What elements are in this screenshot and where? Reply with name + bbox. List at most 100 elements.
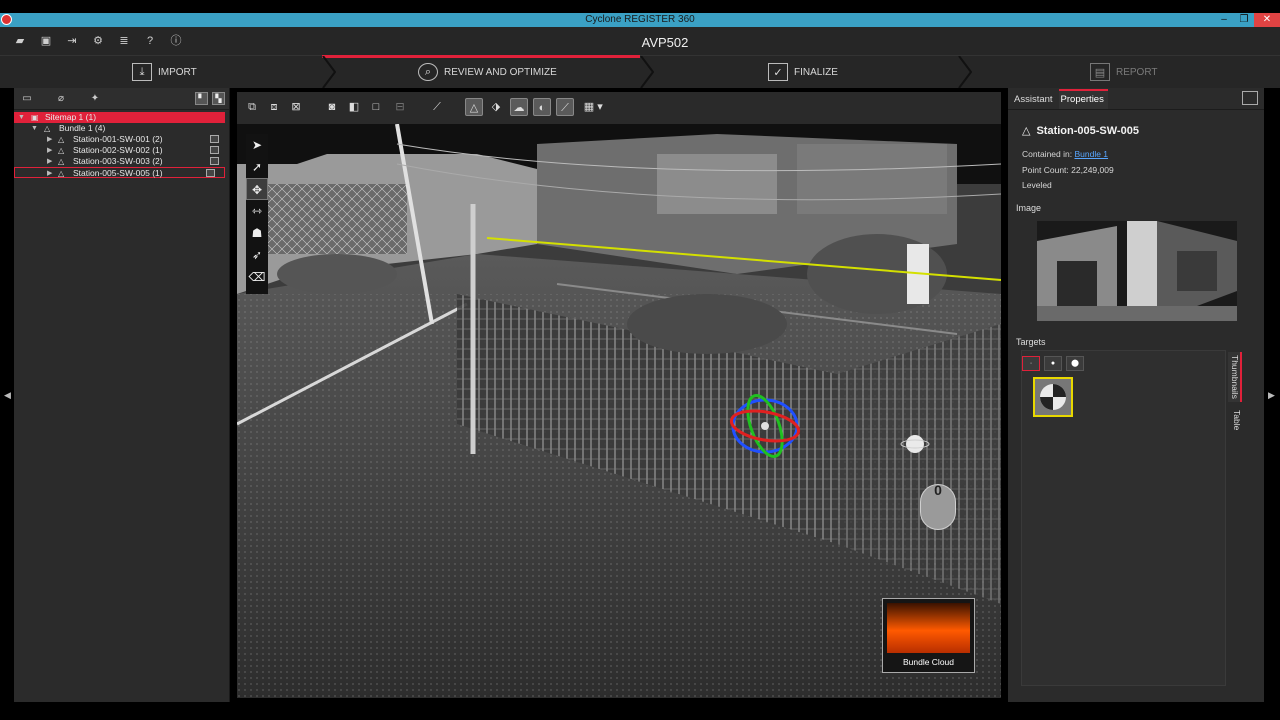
close-button[interactable]: ✕	[1254, 13, 1280, 27]
tab-table[interactable]: Table	[1228, 406, 1242, 434]
tree-item-sitemap[interactable]: ▼ ▣ Sitemap 1 (1)	[14, 112, 225, 123]
tree-item-station[interactable]: ▶ △ Station-003-SW-003 (2)	[14, 156, 229, 167]
select-cursor-icon[interactable]: ➤	[246, 134, 268, 156]
dropdown-arrow-icon[interactable]: ▾	[595, 98, 605, 116]
folder-icon[interactable]: ▣	[40, 35, 52, 47]
image-section-label: Image	[1016, 203, 1042, 213]
mouse-hint-icon: 0	[920, 482, 956, 530]
contained-in-row: Contained in: Bundle 1	[1022, 149, 1108, 159]
station-image-icon[interactable]	[210, 146, 219, 154]
info-icon[interactable]: ⓘ	[170, 35, 182, 47]
tree-item-station[interactable]: ▶ △ Station-001-SW-001 (2)	[14, 134, 229, 145]
tree-item-bundle[interactable]: ▼ △ Bundle 1 (4)	[14, 123, 229, 134]
maximize-button[interactable]: ❐	[1234, 13, 1254, 27]
station-icon: △	[58, 157, 65, 166]
step-report[interactable]: ▤ REPORT	[1090, 56, 1158, 88]
step-finalize[interactable]: ✓ FINALIZE	[768, 56, 838, 88]
project-name: AVP502	[641, 35, 689, 50]
station-image-icon[interactable]	[206, 169, 215, 177]
folder-open-icon[interactable]: ▰	[14, 35, 26, 47]
bundle-cloud-thumbnail[interactable]: Bundle Cloud	[882, 598, 975, 673]
expand-arrow-icon[interactable]: ▶	[47, 156, 52, 167]
station-warning-icon: △	[1022, 125, 1031, 137]
collapse-arrow-icon[interactable]: ▼	[18, 112, 25, 123]
step-import[interactable]: ⤓ IMPORT	[132, 56, 197, 88]
pan-icon[interactable]: ⇿	[246, 200, 268, 222]
camera-icon[interactable]: ◙	[323, 98, 341, 116]
finalize-icon: ✓	[768, 63, 788, 81]
tree: ▼ ▣ Sitemap 1 (1) ▼ △ Bundle 1 (4) ▶ △ S…	[14, 110, 229, 178]
tree-item-station[interactable]: ▶ △ Station-002-SW-002 (1)	[14, 145, 229, 156]
target-filter-dot-icon[interactable]: ●	[1044, 356, 1062, 371]
3d-viewport[interactable]: ⧉ ⧈ ⊠ ◙ ◧ □ ⊟ ⟋ △ ⬗ ☁ ◐ ⟋ ▦ ▾ ➤ ➚ ✥ ⇿ ☗ …	[237, 92, 1001, 698]
fit-view-icon[interactable]: ⧉	[243, 98, 261, 116]
tree-tab-network-icon[interactable]: ✦	[88, 92, 102, 106]
station-image-icon[interactable]	[210, 157, 219, 165]
tree-item-label: Station-005-SW-005 (1)	[73, 168, 163, 178]
split-view-icon[interactable]: ◧	[345, 98, 363, 116]
tree-filter-icon[interactable]: ▘	[195, 92, 208, 105]
station-marker-icon[interactable]: △	[465, 98, 483, 116]
station-header: △ Station-005-SW-005	[1022, 124, 1139, 138]
zoom-extents-icon[interactable]: ⊠	[287, 98, 305, 116]
station-title: Station-005-SW-005	[1036, 124, 1139, 137]
gear-icon[interactable]: ⚙	[92, 35, 104, 47]
eraser-icon[interactable]: ⌫	[246, 266, 268, 288]
tree-item-label: Station-001-SW-001 (2)	[73, 134, 163, 144]
tag-icon[interactable]: ⬗	[487, 98, 505, 116]
leveled-status: Leveled	[1022, 180, 1052, 190]
tab-assistant[interactable]: Assistant	[1012, 91, 1057, 109]
bundle-cloud-label: Bundle Cloud	[902, 657, 955, 667]
collapse-left-arrow-icon[interactable]: ◀	[4, 390, 11, 401]
target-thumbnail[interactable]	[1033, 377, 1073, 417]
step-review[interactable]: ⌕ REVIEW AND OPTIMIZE	[418, 56, 557, 88]
single-view-icon[interactable]: □	[367, 98, 385, 116]
station-icon: △	[58, 169, 65, 178]
station-image-icon[interactable]	[210, 135, 219, 143]
expand-arrow-icon[interactable]: ▶	[47, 145, 52, 156]
expand-arrow-icon[interactable]: ▶	[47, 134, 52, 145]
collapse-right-arrow-icon[interactable]: ▶	[1268, 390, 1275, 401]
tab-thumbnails[interactable]: Thumbnails	[1228, 352, 1242, 402]
point-count-value: 22,249,009	[1071, 165, 1114, 175]
tree-tab-attachment-icon[interactable]: ⌀	[54, 92, 68, 106]
collapse-arrow-icon[interactable]: ▼	[31, 123, 38, 134]
tree-tab-folder-icon[interactable]: ▭	[20, 92, 34, 106]
tree-expand-icon[interactable]: ▚	[212, 92, 225, 105]
panorama-icon[interactable]: ⊟	[391, 98, 409, 116]
tree-item-label: Sitemap 1 (1)	[45, 112, 97, 122]
target-filter-sphere-icon[interactable]: ⬤	[1066, 356, 1084, 371]
target-filter-all-icon[interactable]: ·	[1022, 356, 1040, 371]
select-add-icon[interactable]: ➚	[246, 156, 268, 178]
bundle-cloud-image	[887, 603, 970, 653]
step-review-label: REVIEW AND OPTIMIZE	[444, 66, 557, 78]
minimize-button[interactable]: –	[1214, 13, 1234, 27]
cloud-icon[interactable]: ☁	[510, 98, 528, 116]
undock-icon[interactable]	[1242, 91, 1258, 105]
contained-in-link[interactable]: Bundle 1	[1074, 149, 1108, 159]
expand-arrow-icon[interactable]: ▶	[47, 168, 52, 179]
step-finalize-label: FINALIZE	[794, 66, 838, 78]
review-icon: ⌕	[418, 63, 438, 81]
viewport-toolbar: ⧉ ⧈ ⊠ ◙ ◧ □ ⊟ ⟋ △ ⬗ ☁ ◐ ⟋ ▦ ▾	[237, 92, 1001, 124]
import-icon[interactable]: ⇥	[66, 35, 78, 47]
walk-icon[interactable]: ☗	[246, 222, 268, 244]
station-image[interactable]	[1037, 221, 1237, 321]
tree-actions: ▘ ▚	[195, 92, 225, 105]
window-title: Cyclone REGISTER 360	[585, 14, 695, 25]
help-icon[interactable]: ?	[144, 35, 156, 47]
import-icon: ⤓	[132, 63, 152, 81]
database-icon[interactable]: ≣	[118, 35, 130, 47]
fly-icon[interactable]: ➶	[246, 244, 268, 266]
tab-properties[interactable]: Properties	[1058, 89, 1108, 109]
link-icon[interactable]: ⟋	[556, 98, 574, 116]
tree-item-station-selected[interactable]: ▶ △ Station-005-SW-005 (1)	[14, 167, 225, 178]
measure-icon[interactable]: ⟋	[428, 98, 446, 116]
contained-in-label: Contained in:	[1022, 149, 1073, 159]
chevron-separator	[640, 56, 654, 88]
orbit-icon[interactable]: ✥	[246, 178, 268, 200]
fit-selection-icon[interactable]: ⧈	[265, 98, 283, 116]
tree-item-label: Station-003-SW-003 (2)	[73, 156, 163, 166]
shading-icon[interactable]: ◐	[533, 98, 551, 116]
chevron-separator	[958, 56, 972, 88]
